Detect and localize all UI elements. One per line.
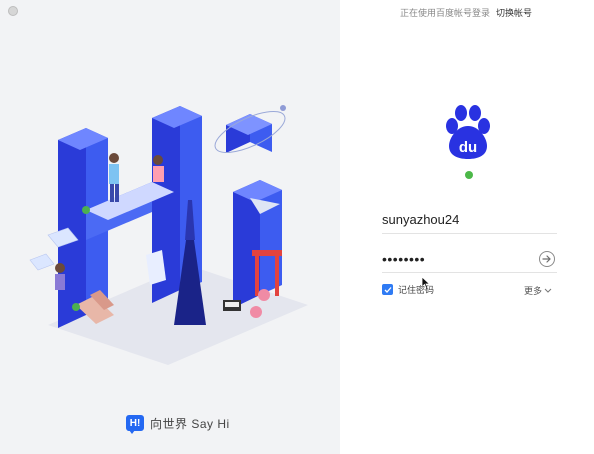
say-hi-icon: H!: [126, 415, 144, 434]
account-bar: 正在使用百度帐号登录 切换帐号: [400, 6, 532, 19]
baidu-paw-icon: du: [446, 105, 490, 159]
password-field[interactable]: ••••••••: [382, 246, 557, 273]
remember-checkbox[interactable]: [382, 284, 393, 295]
close-dot-icon[interactable]: [8, 6, 18, 16]
password-mask: ••••••••: [382, 251, 426, 267]
hi-illustration: [29, 105, 308, 365]
check-icon: [384, 286, 391, 293]
login-window: H! 向世界 Say Hi 正在使用百度帐号登录 切换帐号 du sunyazh…: [0, 0, 594, 454]
arrow-right-icon: [542, 255, 551, 263]
chevron-down-icon: [544, 288, 552, 293]
svg-text:du: du: [459, 139, 477, 156]
login-submit-button[interactable]: [539, 251, 555, 267]
slogan-text: 向世界 Say Hi: [150, 416, 230, 431]
online-status-dot: [465, 171, 473, 179]
slogan: H! 向世界 Say Hi: [126, 413, 230, 434]
illustration-panel: H! 向世界 Say Hi: [0, 0, 340, 454]
more-label: 更多: [524, 286, 543, 296]
remember-label: 记住密码: [398, 285, 435, 295]
username-field[interactable]: sunyazhou24: [382, 205, 557, 234]
username-value: sunyazhou24: [382, 211, 460, 227]
switch-account-link[interactable]: 切换帐号: [496, 6, 532, 19]
logged-in-note: 正在使用百度帐号登录: [400, 8, 491, 18]
more-menu[interactable]: 更多: [524, 284, 552, 297]
remember-password[interactable]: 记住密码: [382, 283, 434, 296]
